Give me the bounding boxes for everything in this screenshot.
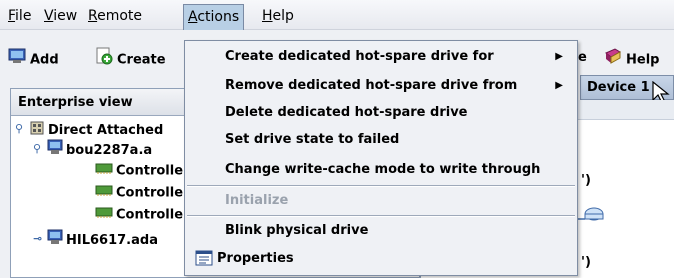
menu-view-label: iew <box>53 8 78 24</box>
menu-file-label: ile <box>15 8 32 24</box>
toolbar-partial-label: e <box>578 47 587 69</box>
menu-item-change-write-cache-label: Change write-cache mode to write through <box>225 162 541 177</box>
menu-item-delete-hot-spare-label: Delete dedicated hot-spare drive <box>225 105 468 120</box>
building-icon <box>29 119 45 142</box>
tree-collapse-icon[interactable]: ⚲ <box>15 122 23 135</box>
tree-item-direct-attached[interactable]: Direct Attached <box>29 119 163 139</box>
help-button-label: Help <box>626 52 660 68</box>
tree-label-server-1: bou2287a.a <box>66 143 153 158</box>
add-server-icon <box>8 47 26 73</box>
menu-help-label: elp <box>272 8 294 24</box>
tree-item-server-2[interactable]: HIL6617.ada <box>47 229 158 249</box>
controller-card-icon <box>95 183 113 203</box>
menu-separator <box>187 185 575 187</box>
create-icon <box>95 47 113 73</box>
menu-item-set-failed-label: Set drive state to failed <box>225 132 400 147</box>
controller-card-icon <box>95 205 113 225</box>
menu-item-create-hot-spare[interactable]: Create dedicated hot-spare drive for ▶ <box>185 45 577 69</box>
menu-item-blink-drive-label: Blink physical drive <box>225 223 369 238</box>
menu-separator <box>187 215 575 217</box>
tree-label-controller-1: Controlle <box>116 163 184 179</box>
tree-expand-icon[interactable]: ⊸ <box>33 232 42 245</box>
tree-label-server-2: HIL6617.ada <box>66 233 158 248</box>
tree-item-controller-1[interactable]: Controlle <box>95 161 183 181</box>
menu-view[interactable]: View <box>40 7 81 27</box>
menu-item-blink-drive[interactable]: Blink physical drive <box>185 219 577 243</box>
menu-item-create-hot-spare-label: Create dedicated hot-spare drive for <box>225 49 494 64</box>
menu-actions-label: ctions <box>197 9 240 25</box>
menu-item-set-failed[interactable]: Set drive state to failed <box>185 128 577 152</box>
controller-card-icon <box>95 161 113 181</box>
menu-file-mnemonic: F <box>8 8 16 24</box>
menu-remote[interactable]: Remote <box>84 7 146 27</box>
tree-item-server-1[interactable]: bou2287a.a <box>47 139 152 159</box>
menu-item-remove-hot-spare[interactable]: Remove dedicated hot-spare drive from ▶ <box>185 74 577 98</box>
submenu-arrow-icon: ▶ <box>555 51 563 62</box>
tree-item-controller-2[interactable]: Controlle <box>95 183 183 203</box>
help-button[interactable]: Help <box>604 47 659 69</box>
menu-item-remove-hot-spare-label: Remove dedicated hot-spare drive from <box>225 78 518 93</box>
enclosure-icon <box>578 207 604 221</box>
menu-item-properties[interactable]: Properties <box>185 247 577 271</box>
menu-file[interactable]: File <box>4 7 35 27</box>
tab-device-1-label: Device 1 <box>587 80 650 95</box>
menu-actions[interactable]: Actions <box>183 4 245 30</box>
create-button[interactable]: Create <box>95 47 166 69</box>
tree-label-controller-2: Controlle <box>116 185 184 201</box>
menu-help[interactable]: Help <box>258 7 298 27</box>
menu-remote-label: emote <box>97 8 143 24</box>
server-icon <box>47 229 63 252</box>
toolbar-partial-text: e <box>578 50 587 65</box>
menu-remote-mnemonic: R <box>88 8 98 24</box>
menu-view-mnemonic: V <box>44 8 54 24</box>
tree-collapse-icon[interactable]: ⚲ <box>33 142 41 155</box>
device-fragment-1: ') <box>581 173 591 188</box>
add-button[interactable]: Add <box>8 47 59 69</box>
menu-help-mnemonic: H <box>262 8 273 24</box>
tree-label-controller-3: Controlle <box>116 207 184 223</box>
create-button-label: Create <box>117 52 166 68</box>
menu-bar: File View Remote Actions Help <box>0 0 674 30</box>
submenu-arrow-icon: ▶ <box>555 80 563 91</box>
menu-item-delete-hot-spare[interactable]: Delete dedicated hot-spare drive <box>185 101 577 125</box>
add-button-label: Add <box>30 52 59 68</box>
menu-item-properties-label: Properties <box>217 251 294 266</box>
menu-item-initialize-label: Initialize <box>225 193 289 208</box>
device-fragment-2: ') <box>581 255 591 270</box>
server-icon <box>47 139 63 162</box>
tree-item-controller-3[interactable]: Controlle <box>95 205 183 225</box>
tree-label-direct-attached: Direct Attached <box>48 123 164 138</box>
menu-item-initialize: Initialize <box>185 189 577 213</box>
actions-menu: Create dedicated hot-spare drive for ▶ Re… <box>184 40 578 276</box>
menu-item-change-write-cache[interactable]: Change write-cache mode to write through <box>185 158 577 182</box>
properties-icon <box>195 250 213 275</box>
help-book-icon <box>604 47 622 73</box>
menu-actions-mnemonic: A <box>188 9 198 25</box>
